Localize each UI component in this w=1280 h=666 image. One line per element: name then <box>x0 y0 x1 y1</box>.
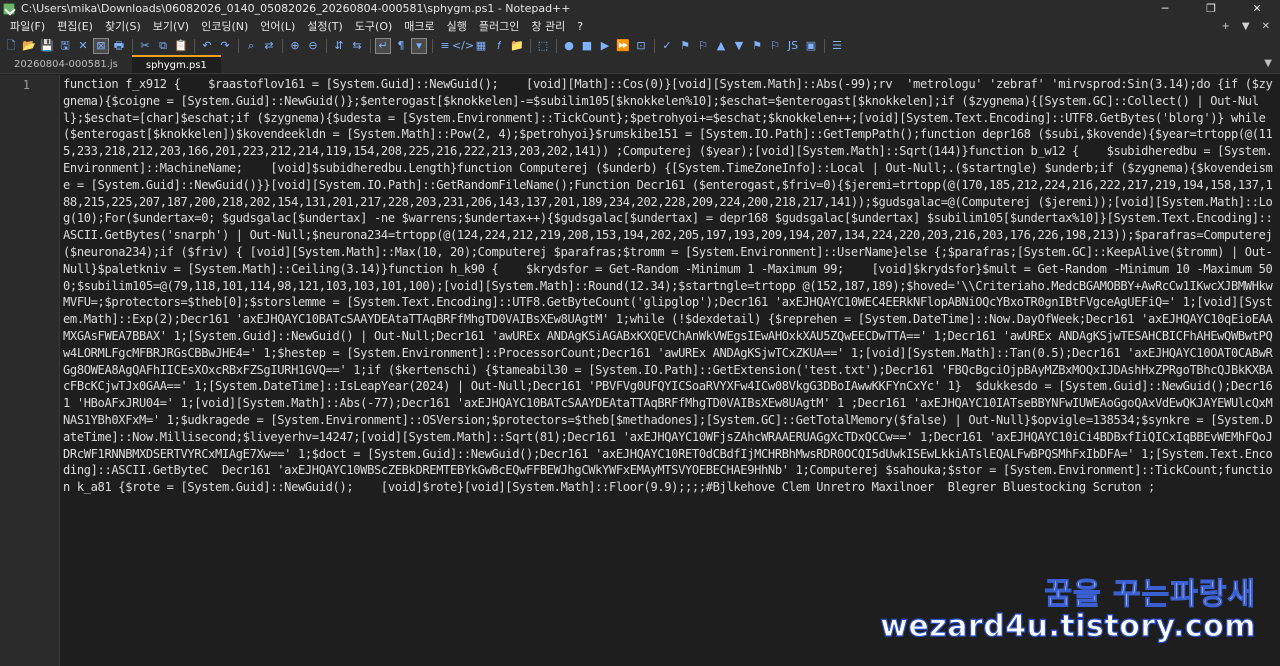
new-tab-icon[interactable]: + <box>1216 21 1236 32</box>
maximize-button[interactable]: ❐ <box>1188 0 1234 17</box>
window-title: C:\Users\mika\Downloads\06082026_0140_05… <box>21 2 571 15</box>
monitor-icon[interactable]: ⬚ <box>535 38 551 54</box>
menu-item-5[interactable]: 언어(L) <box>254 18 301 34</box>
code-text[interactable]: function f_x912 { $raastoflov161 = [Syst… <box>63 76 1277 616</box>
toolbar: 🗋 📂 💾 🖫 ✕ ⊠ 🖶 ✂ ⧉ 📋 ↶ ↷ ⌕ ⇄ ⊕ ⊖ ⇵ ⇆ ↵ ¶ ▾ ≡ </> ▦ 𝑓 📁 ⬚ ● ■ ▶ ⏩ ⊡ ✓ ⚑ ⚐ ▲ ▼ ⚑… <box>0 35 1280 56</box>
doc-list-icon[interactable]: ▦ <box>473 38 489 54</box>
window-controls: ─ ❐ ✕ <box>1142 0 1280 17</box>
menu-item-7[interactable]: 도구(O) <box>349 18 398 34</box>
save-macro-icon[interactable]: ⊡ <box>633 38 649 54</box>
toolbar-separator <box>129 38 135 54</box>
toolbar-separator <box>553 38 559 54</box>
toolbar-separator <box>821 38 827 54</box>
map-icon[interactable]: </> <box>452 38 474 54</box>
find-icon[interactable]: ⌕ <box>243 38 259 54</box>
close-button[interactable]: ✕ <box>1234 0 1280 17</box>
menu-item-11[interactable]: 창 관리 <box>525 18 571 34</box>
down-icon[interactable]: ▼ <box>731 38 747 54</box>
panel-icon[interactable]: ▣ <box>803 38 819 54</box>
record-icon[interactable]: ● <box>561 38 577 54</box>
flag4-icon[interactable]: ⚐ <box>767 38 783 54</box>
open-file-icon[interactable]: 📂 <box>21 38 37 54</box>
menu-item-9[interactable]: 실행 <box>441 18 473 34</box>
flag3-icon[interactable]: ⚑ <box>749 38 765 54</box>
menu-right-controls: + ▼ ✕ <box>1216 17 1276 35</box>
editor-empty-area[interactable] <box>63 615 1280 666</box>
undo-icon[interactable]: ↶ <box>199 38 215 54</box>
new-file-icon[interactable]: 🗋 <box>3 38 19 54</box>
toolbar-separator <box>651 38 657 54</box>
close-all-icon[interactable]: ⊠ <box>93 37 109 54</box>
tab-0[interactable]: 20260804-000581.js <box>0 56 132 73</box>
copy-icon[interactable]: ⧉ <box>155 38 171 54</box>
save-icon[interactable]: 💾 <box>39 38 55 54</box>
menu-item-6[interactable]: 설정(T) <box>301 18 349 34</box>
menu-item-1[interactable]: 편집(E) <box>51 18 99 34</box>
toolbar-separator <box>527 38 533 54</box>
menu-item-12[interactable]: ? <box>571 20 589 33</box>
menu-item-4[interactable]: 인코딩(N) <box>195 18 254 34</box>
close-doc-icon[interactable]: ✕ <box>1256 21 1276 32</box>
list-icon[interactable]: ☰ <box>829 38 845 54</box>
flag-icon[interactable]: ⚑ <box>677 38 693 54</box>
sync-v-icon[interactable]: ⇵ <box>331 38 347 54</box>
up-icon[interactable]: ▲ <box>713 38 729 54</box>
print-icon[interactable]: 🖶 <box>111 38 127 54</box>
indent-guide-icon[interactable]: ▾ <box>411 37 427 54</box>
js-icon[interactable]: JS <box>785 38 801 54</box>
menu-item-8[interactable]: 매크로 <box>398 18 440 34</box>
line-number: 1 <box>22 78 30 92</box>
notepad-plus-plus-icon <box>3 2 15 15</box>
folder-icon[interactable]: 📁 <box>509 38 525 54</box>
toolbar-separator <box>191 38 197 54</box>
zoom-out-icon[interactable]: ⊖ <box>305 38 321 54</box>
editor[interactable]: 1 function f_x912 { $raastoflov161 = [Sy… <box>0 75 1280 666</box>
tab-bar: 20260804-000581.js sphygm.ps1 ▼ <box>0 55 1280 74</box>
minimize-button[interactable]: ─ <box>1142 0 1188 17</box>
play-multi-icon[interactable]: ⏩ <box>615 38 631 54</box>
menu-item-2[interactable]: 찾기(S) <box>99 18 147 34</box>
menu-item-0[interactable]: 파일(F) <box>4 18 51 34</box>
save-all-icon[interactable]: 🖫 <box>57 38 73 54</box>
close-icon[interactable]: ✕ <box>75 38 91 54</box>
tab-1[interactable]: sphygm.ps1 <box>131 55 221 73</box>
sync-h-icon[interactable]: ⇆ <box>349 38 365 54</box>
tab-dropdown-icon[interactable]: ▼ <box>1264 58 1272 69</box>
toolbar-separator <box>323 38 329 54</box>
stop-icon[interactable]: ■ <box>579 38 595 54</box>
toolbar-separator <box>279 38 285 54</box>
show-all-icon[interactable]: ¶ <box>393 38 409 54</box>
toolbar-separator <box>235 38 241 54</box>
paste-icon[interactable]: 📋 <box>173 38 189 54</box>
toolbar-separator <box>367 38 373 54</box>
wrap-icon[interactable]: ↵ <box>375 37 391 54</box>
play-icon[interactable]: ▶ <box>597 38 613 54</box>
spell-icon[interactable]: ✓ <box>659 38 675 54</box>
menu-item-10[interactable]: 플러그인 <box>473 18 525 34</box>
func-list-icon[interactable]: 𝑓 <box>491 38 507 54</box>
redo-icon[interactable]: ↷ <box>217 38 233 54</box>
tab-list-icon[interactable]: ▼ <box>1236 21 1256 32</box>
toolbar-separator <box>429 38 435 54</box>
line-number-gutter: 1 <box>0 75 60 666</box>
title-bar: C:\Users\mika\Downloads\06082026_0140_05… <box>0 0 1280 17</box>
cut-icon[interactable]: ✂ <box>137 38 153 54</box>
lang-icon[interactable]: ≡ <box>437 38 453 54</box>
menu-bar: 파일(F) 편집(E) 찾기(S) 보기(V) 인코딩(N) 언어(L) 설정(T) 도구(O… <box>0 17 1280 35</box>
menu-item-3[interactable]: 보기(V) <box>147 18 195 34</box>
replace-icon[interactable]: ⇄ <box>261 38 277 54</box>
flag2-icon[interactable]: ⚐ <box>695 38 711 54</box>
zoom-in-icon[interactable]: ⊕ <box>287 38 303 54</box>
